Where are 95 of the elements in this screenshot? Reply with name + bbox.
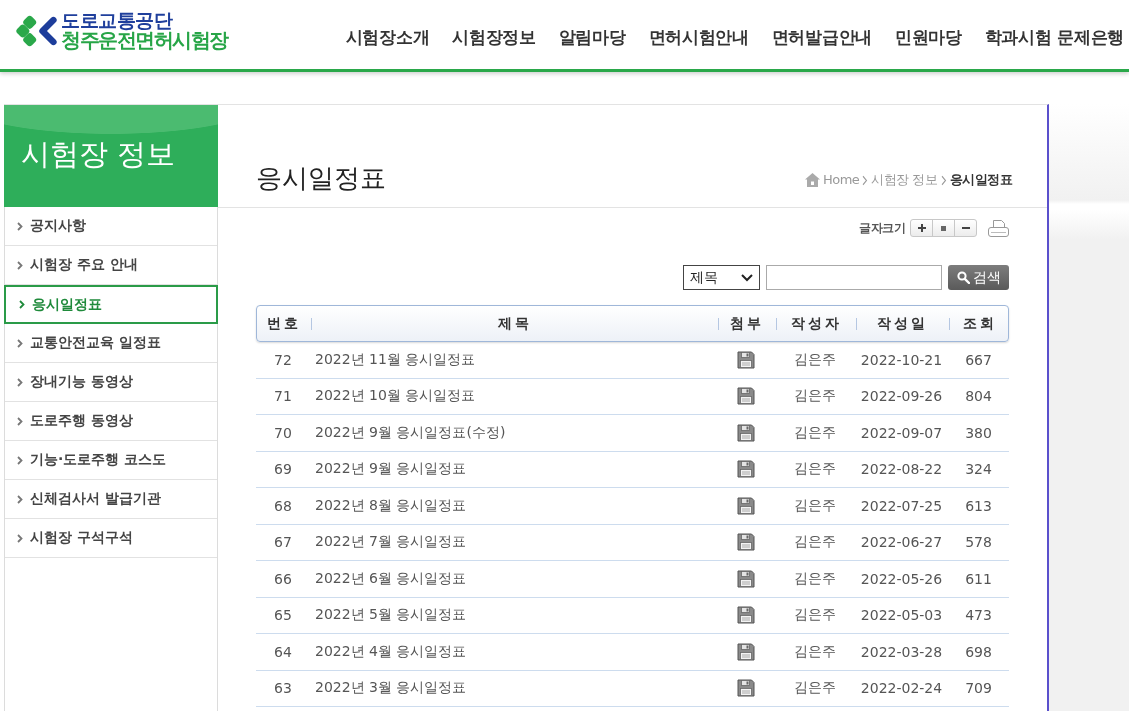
table-cell: 김은주 — [794, 460, 836, 479]
post-title-link[interactable]: 2022년 8월 응시일정표 — [315, 496, 467, 515]
table-cell: 709 — [965, 680, 992, 697]
post-title-link[interactable]: 2022년 9월 응시일정표(수정) — [315, 423, 506, 442]
chevron-right-icon — [17, 260, 23, 270]
table-cell: 66 — [274, 570, 292, 587]
post-title-link[interactable]: 2022년 11월 응시일정표 — [315, 350, 476, 369]
post-title-link[interactable]: 2022년 3월 응시일정표 — [315, 679, 467, 698]
table-cell: 324 — [965, 461, 992, 478]
post-title-link[interactable]: 2022년 6월 응시일정표 — [315, 569, 467, 588]
chevron-right-icon — [862, 174, 869, 186]
chevron-right-icon — [17, 338, 23, 348]
table-cell: 김은주 — [794, 496, 836, 515]
table-cell: 69 — [274, 461, 292, 478]
nav-link[interactable]: 민원마당 — [894, 25, 962, 49]
table-cell: 김은주 — [794, 642, 836, 661]
page-title: 응시일정표 — [256, 163, 386, 193]
chevron-right-icon — [17, 221, 23, 231]
nav-link[interactable]: 시험장소개 — [345, 25, 430, 49]
table-cell: 2022-05-26 — [860, 570, 943, 587]
table-cell: 2022-10-21 — [860, 351, 943, 368]
chevron-right-icon — [17, 494, 23, 504]
table-cell: 64 — [274, 643, 292, 660]
table-cell: 65 — [274, 607, 292, 624]
table-cell: 2022-08-22 — [860, 461, 943, 478]
table-cell: 67 — [274, 534, 292, 551]
table-cell: 2022-09-26 — [860, 388, 943, 405]
search-field[interactable] — [766, 265, 942, 290]
table-cell: 72 — [274, 351, 292, 368]
chevron-right-icon — [17, 377, 23, 387]
chevron-right-icon — [940, 174, 947, 186]
table-cell: 김은주 — [794, 387, 836, 406]
sidebar-item[interactable]: 응시일정표 — [4, 285, 218, 324]
search-category-select[interactable]: 제목 — [683, 265, 760, 290]
search-button[interactable]: 검색 — [948, 265, 1009, 290]
sidebar-item[interactable]: 시험장 구석구석 — [5, 519, 217, 558]
current-page-label: 응시일정표 — [949, 172, 1012, 188]
plus-icon — [916, 223, 927, 233]
chevron-down-icon — [741, 273, 753, 282]
sidebar-item[interactable]: 시험장 주요 안내 — [5, 246, 217, 285]
nav-link[interactable]: 학과시험 문제은행 — [984, 25, 1124, 49]
table-cell: 2022-06-27 — [860, 534, 943, 551]
chevron-right-icon — [17, 416, 23, 426]
table-cell: 804 — [965, 388, 992, 405]
font-decrease-button[interactable] — [954, 219, 977, 237]
font-reset-button[interactable] — [932, 219, 955, 237]
sidebar-item[interactable]: 공지사항 — [5, 207, 217, 246]
table-cell: 578 — [965, 534, 992, 551]
post-title-link[interactable]: 2022년 7월 응시일정표 — [315, 533, 467, 552]
table-cell: 667 — [965, 351, 992, 368]
table-cell: 2022-09-07 — [860, 424, 943, 441]
font-increase-button[interactable] — [910, 219, 933, 237]
table-cell: 2022-07-25 — [860, 497, 943, 514]
table-cell: 71 — [274, 388, 292, 405]
chevron-right-icon — [19, 300, 25, 309]
nav-link[interactable]: 면허시험안내 — [648, 25, 749, 49]
table-cell: 2022-03-28 — [860, 643, 943, 660]
table-cell: 473 — [965, 607, 992, 624]
sidebar-title: 시험장 정보 — [4, 105, 218, 207]
chevron-right-icon — [17, 455, 23, 465]
column-header: 번호 — [266, 313, 302, 333]
sidebar-item[interactable]: 신체검사서 발급기관 — [5, 480, 217, 519]
table-cell: 김은주 — [794, 679, 836, 698]
post-title-link[interactable]: 2022년 5월 응시일정표 — [315, 606, 467, 625]
table-cell: 김은주 — [794, 606, 836, 625]
search-icon — [956, 271, 970, 284]
sidebar-item[interactable]: 도로주행 동영상 — [5, 402, 217, 441]
table-cell: 68 — [274, 497, 292, 514]
table-cell: 698 — [965, 643, 992, 660]
nav-link[interactable]: 시험장정보 — [452, 25, 536, 49]
table-cell: 380 — [965, 424, 992, 441]
post-title-link[interactable]: 2022년 10월 응시일정표 — [315, 387, 476, 406]
table-cell: 70 — [274, 424, 292, 441]
table-cell: 김은주 — [794, 569, 836, 588]
table-cell: 김은주 — [794, 533, 836, 552]
chevron-right-icon — [17, 533, 23, 543]
font-size-label: 글자크기 — [859, 219, 905, 237]
organization-name: 도로교통공단 — [61, 11, 173, 30]
sidebar-item[interactable]: 교통안전교육 일정표 — [5, 324, 217, 363]
nav-link[interactable]: 면허발급안내 — [771, 25, 872, 49]
table-cell: 김은주 — [794, 350, 836, 369]
nav-link[interactable]: 알림마당 — [558, 25, 626, 49]
post-title-link[interactable]: 2022년 4월 응시일정표 — [315, 642, 467, 661]
table-cell: 611 — [965, 570, 992, 587]
table-cell: 2022-02-24 — [860, 680, 943, 697]
sidebar-item[interactable]: 기능·도로주행 코스도 — [5, 441, 217, 480]
table-cell: 613 — [965, 497, 992, 514]
table-cell: 김은주 — [794, 423, 836, 442]
sidebar-item[interactable]: 장내기능 동영상 — [5, 363, 217, 402]
site-name: 청주운전면허시험장 — [61, 30, 228, 51]
post-title-link[interactable]: 2022년 9월 응시일정표 — [315, 460, 467, 479]
table-cell: 63 — [274, 680, 292, 697]
table-cell: 2022-05-03 — [860, 607, 943, 624]
logo-icon — [16, 14, 58, 48]
print-icon[interactable] — [988, 219, 1009, 237]
